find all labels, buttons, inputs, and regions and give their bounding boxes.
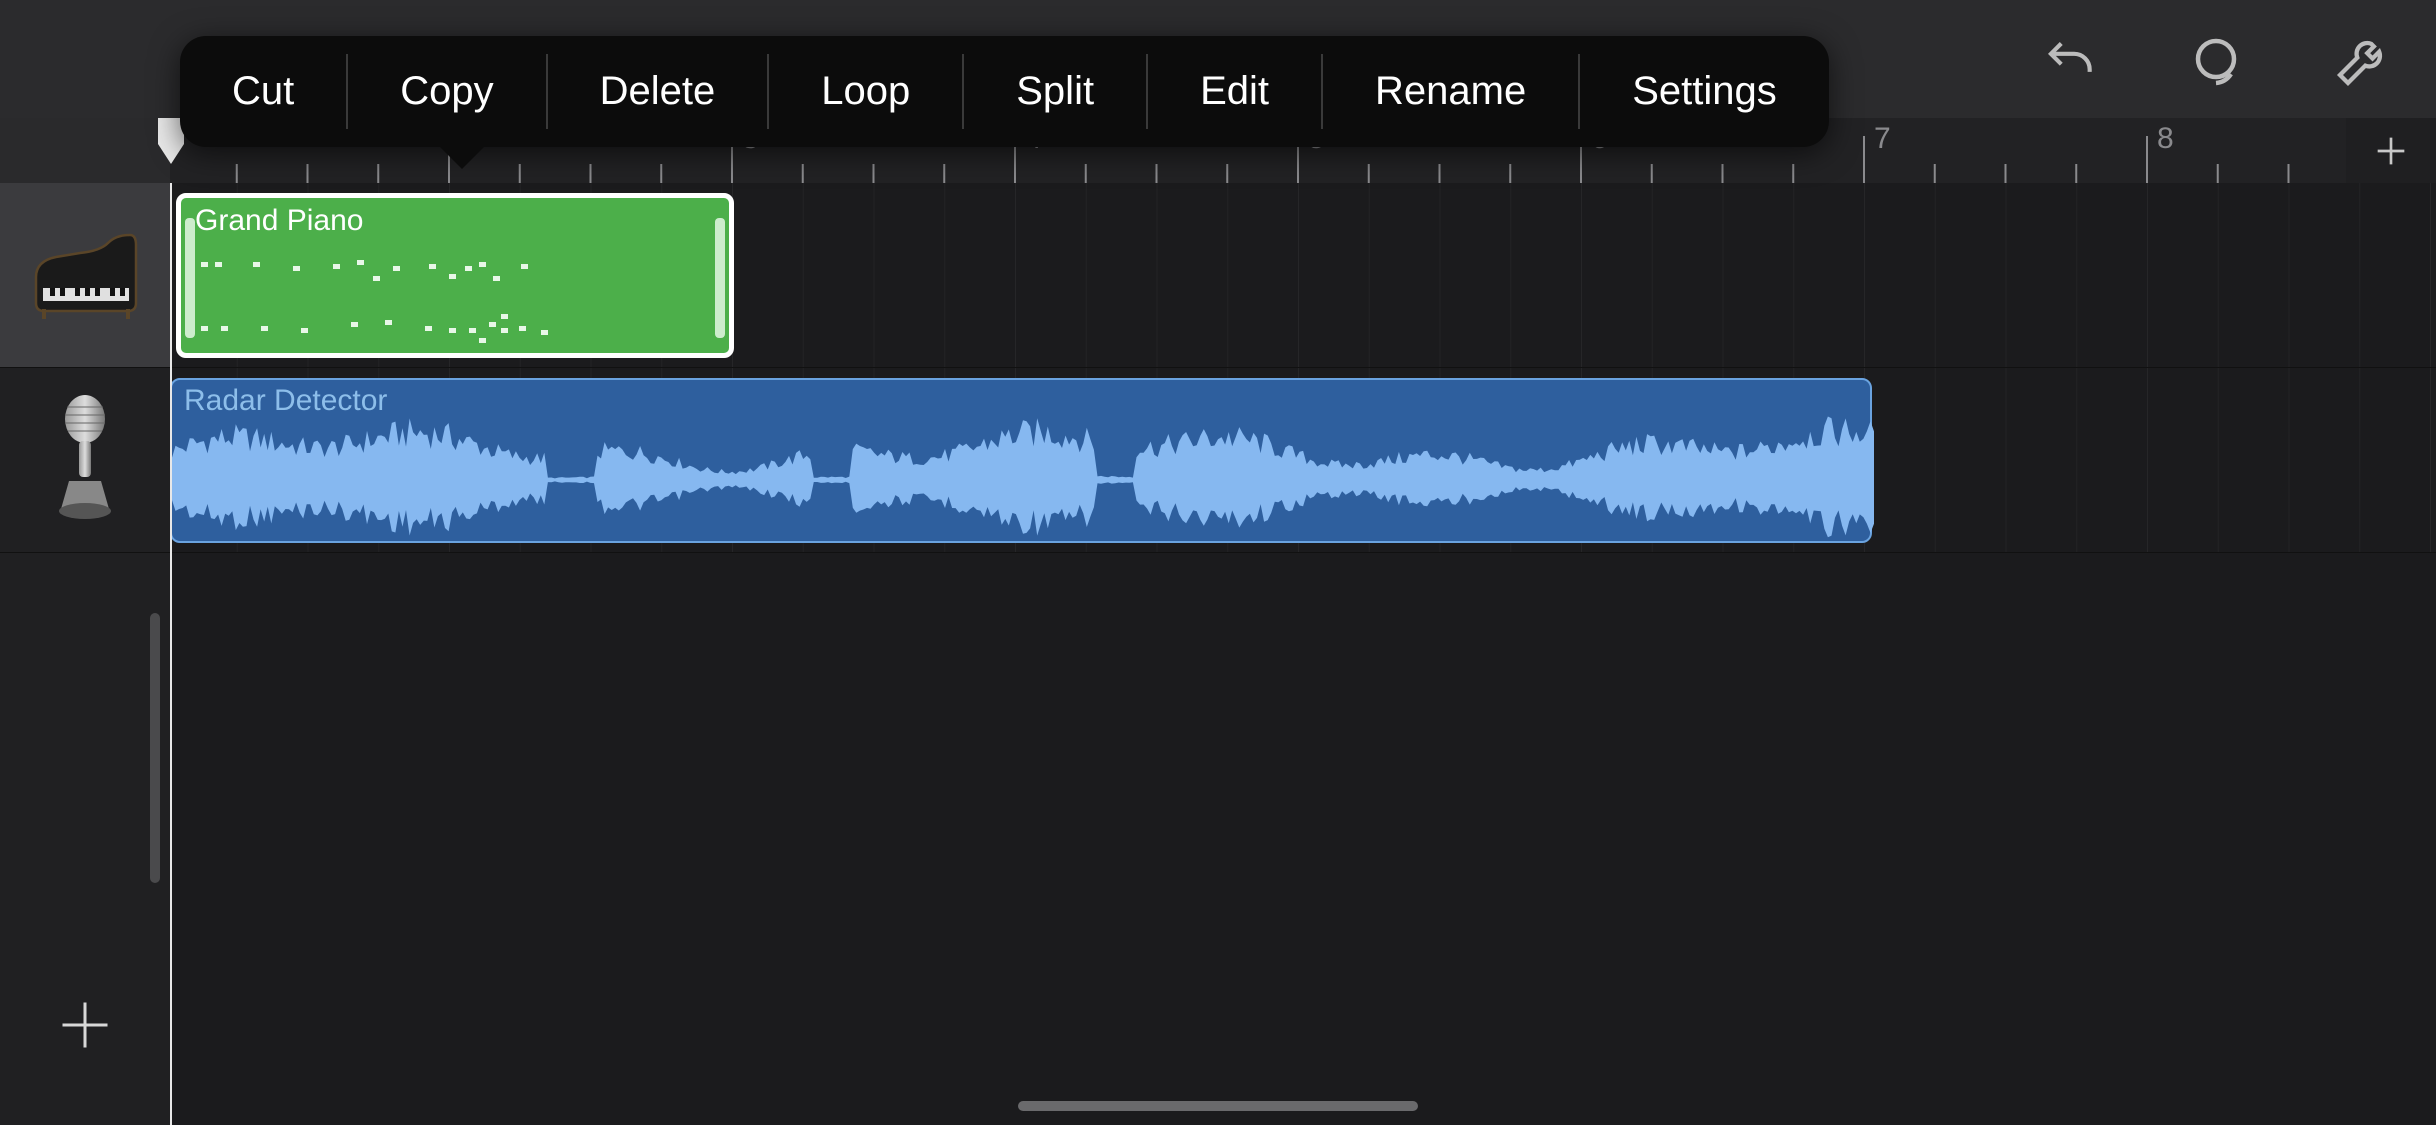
- ctx-split[interactable]: Split: [964, 36, 1146, 147]
- add-region-button[interactable]: [2346, 118, 2436, 183]
- microphone-icon: [45, 393, 125, 528]
- wrench-settings-icon[interactable]: [2332, 27, 2396, 91]
- home-indicator: [1018, 1101, 1418, 1111]
- ctx-delete[interactable]: Delete: [548, 36, 768, 147]
- track-header-piano[interactable]: [0, 183, 170, 368]
- ruler-corner: [0, 118, 170, 183]
- track-header-microphone[interactable]: [0, 368, 170, 553]
- ctx-settings[interactable]: Settings: [1580, 36, 1829, 147]
- ctx-rename[interactable]: Rename: [1323, 36, 1578, 147]
- region-trim-handle-left[interactable]: [185, 218, 195, 338]
- piano-icon: [30, 225, 140, 326]
- region-trim-handle-right[interactable]: [715, 218, 725, 338]
- waveform-preview: [172, 380, 1874, 545]
- ctx-arrow: [440, 147, 484, 169]
- midi-region[interactable]: Grand Piano: [176, 193, 734, 358]
- track-row[interactable]: Grand Piano: [170, 183, 2436, 368]
- tracks-area[interactable]: Grand Piano Radar Detector: [170, 183, 2436, 1125]
- track-header-column: [0, 183, 170, 1125]
- ctx-edit[interactable]: Edit: [1148, 36, 1321, 147]
- ctx-cut[interactable]: Cut: [180, 36, 346, 147]
- track-row[interactable]: Radar Detector: [170, 368, 2436, 553]
- svg-text:8: 8: [2157, 122, 2174, 155]
- undo-icon[interactable]: [2038, 28, 2100, 90]
- audio-region[interactable]: Radar Detector: [170, 378, 1872, 543]
- loop-browser-icon[interactable]: [2180, 23, 2252, 95]
- playhead-line: [170, 183, 172, 1125]
- region-context-menu: Cut Copy Delete Loop Split Edit Rename S…: [180, 36, 1829, 147]
- add-track-button[interactable]: [0, 965, 170, 1085]
- ctx-copy[interactable]: Copy: [348, 36, 545, 147]
- region-label: Radar Detector: [184, 384, 387, 418]
- ctx-loop[interactable]: Loop: [769, 36, 962, 147]
- scroll-indicator[interactable]: [150, 613, 160, 883]
- region-label: Grand Piano: [195, 204, 363, 238]
- svg-text:7: 7: [1874, 122, 1891, 155]
